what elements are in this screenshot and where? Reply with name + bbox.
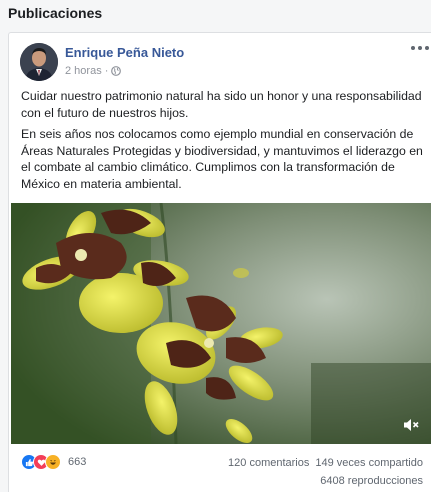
post-text-paragraph: Cuidar nuestro patrimonio natural ha sid…	[21, 89, 422, 120]
reactions-summary[interactable]: 663	[21, 454, 86, 470]
post-text-paragraph: En seis años nos colocamos como ejemplo …	[21, 127, 423, 191]
speaker-muted-icon[interactable]	[402, 416, 420, 434]
haha-reaction-icon	[45, 454, 61, 470]
engagement-stats: 120 comentarios 149 veces compartido	[228, 457, 423, 469]
shares-count-link[interactable]: 149 veces compartido	[315, 457, 423, 469]
orchid-video-frame	[11, 203, 431, 444]
reaction-count: 663	[68, 456, 87, 468]
post-time[interactable]: 2 horas	[65, 65, 102, 77]
section-title: Publicaciones	[8, 5, 103, 21]
comments-count-link[interactable]: 120 comentarios	[228, 457, 309, 469]
post-meta: 2 horas ·	[65, 65, 122, 77]
post-video[interactable]	[11, 203, 431, 444]
views-count: 6408 reproducciones	[320, 475, 423, 487]
more-options-icon[interactable]	[411, 41, 429, 55]
post-card: Enrique Peña Nieto 2 horas · Cuidar nues…	[8, 32, 431, 492]
globe-icon[interactable]	[111, 66, 122, 76]
author-name-link[interactable]: Enrique Peña Nieto	[65, 45, 184, 60]
avatar[interactable]	[20, 43, 58, 81]
